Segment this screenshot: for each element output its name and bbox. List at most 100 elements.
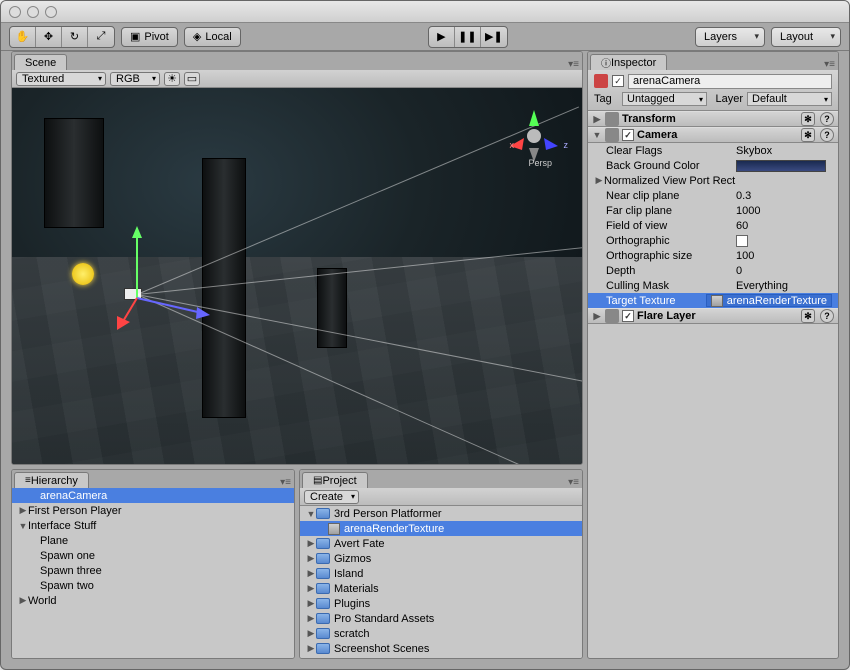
disclosure-triangle-icon[interactable]: ▶: [18, 595, 28, 606]
property-value[interactable]: Everything: [736, 280, 832, 292]
component-enabled-checkbox[interactable]: ✓: [622, 129, 634, 141]
property-label: Field of view: [606, 220, 736, 232]
property-value[interactable]: Skybox: [736, 145, 832, 157]
minimize-window-icon[interactable]: [27, 6, 39, 18]
hierarchy-item-label: Plane: [40, 535, 68, 547]
component-help-icon[interactable]: ?: [820, 112, 834, 126]
disclosure-triangle-icon[interactable]: ▶: [594, 175, 604, 186]
layers-dropdown[interactable]: Layers: [695, 27, 765, 47]
inspector-panel-menu-icon[interactable]: ▾≡: [824, 59, 835, 70]
hierarchy-item[interactable]: Plane: [12, 533, 294, 548]
color-mode-dropdown[interactable]: RGB: [110, 72, 160, 86]
layer-dropdown[interactable]: Default: [747, 92, 832, 106]
tab-scene[interactable]: Scene: [14, 54, 67, 70]
rotate-tool-button[interactable]: ↻: [62, 27, 88, 47]
hierarchy-item[interactable]: Spawn one: [12, 548, 294, 563]
project-item-label: Pro Standard Assets: [334, 613, 434, 625]
disclosure-triangle-icon[interactable]: ▶: [306, 628, 316, 639]
component-header[interactable]: ▶Transform✻?: [588, 111, 838, 127]
project-item[interactable]: ▶Island: [300, 566, 582, 581]
pause-button[interactable]: ❚❚: [455, 27, 481, 47]
disclosure-triangle-icon[interactable]: ▶: [306, 598, 316, 609]
pivot-toggle-button[interactable]: ▣ Pivot: [121, 27, 178, 47]
project-item[interactable]: ▶Screenshot Tools: [300, 656, 582, 658]
tag-label: Tag: [594, 93, 618, 105]
component-settings-gear-icon[interactable]: ✻: [801, 309, 815, 323]
scale-tool-button[interactable]: ⤢: [88, 27, 114, 47]
disclosure-triangle-icon[interactable]: ▶: [592, 114, 602, 125]
component-header[interactable]: ▼✓Camera✻?: [588, 127, 838, 143]
zoom-window-icon[interactable]: [45, 6, 57, 18]
hierarchy-item[interactable]: Spawn three: [12, 563, 294, 578]
inspector-components: ▶Transform✻?▼✓Camera✻?Clear FlagsSkyboxB…: [588, 111, 838, 658]
move-tool-button[interactable]: ✥: [36, 27, 62, 47]
project-item[interactable]: ▶Avert Fate: [300, 536, 582, 551]
component-help-icon[interactable]: ?: [820, 309, 834, 323]
disclosure-triangle-icon[interactable]: ▶: [306, 613, 316, 624]
property-label: Orthographic size: [606, 250, 736, 262]
property-value[interactable]: 60: [736, 220, 832, 232]
project-item[interactable]: ▶Screenshot Scenes: [300, 641, 582, 656]
disclosure-triangle-icon[interactable]: ▶: [306, 553, 316, 564]
tab-project[interactable]: ▤ Project: [302, 472, 368, 488]
disclosure-triangle-icon[interactable]: ▶: [592, 311, 602, 322]
project-item[interactable]: ▶Materials: [300, 581, 582, 596]
scene-fx-toggle[interactable]: ▭: [184, 72, 200, 86]
property-value[interactable]: 1000: [736, 205, 832, 217]
project-item[interactable]: ▼3rd Person Platformer: [300, 506, 582, 521]
property-value[interactable]: 100: [736, 250, 832, 262]
layout-dropdown[interactable]: Layout: [771, 27, 841, 47]
light-gizmo-icon: [72, 263, 94, 285]
disclosure-triangle-icon[interactable]: ▼: [592, 130, 602, 140]
tab-hierarchy[interactable]: ≡ Hierarchy: [14, 472, 89, 488]
component-settings-gear-icon[interactable]: ✻: [801, 112, 815, 126]
local-toggle-button[interactable]: ◈ Local: [184, 27, 241, 47]
project-panel-menu-icon[interactable]: ▾≡: [568, 477, 579, 488]
scene-viewport[interactable]: Persp x z: [12, 88, 582, 464]
disclosure-triangle-icon[interactable]: ▼: [306, 509, 316, 519]
project-create-dropdown[interactable]: Create: [304, 490, 359, 504]
hierarchy-item[interactable]: ▶World: [12, 593, 294, 608]
project-item[interactable]: arenaRenderTexture: [300, 521, 582, 536]
disclosure-triangle-icon[interactable]: ▶: [306, 568, 316, 579]
property-value[interactable]: 0.3: [736, 190, 832, 202]
disclosure-triangle-icon[interactable]: ▶: [306, 643, 316, 654]
project-item[interactable]: ▶Plugins: [300, 596, 582, 611]
disclosure-triangle-icon[interactable]: ▶: [306, 538, 316, 549]
tab-inspector[interactable]: ⓘ Inspector: [590, 54, 667, 70]
component-settings-gear-icon[interactable]: ✻: [801, 128, 815, 142]
disclosure-triangle-icon[interactable]: ▶: [18, 505, 28, 516]
tag-dropdown[interactable]: Untagged: [622, 92, 707, 106]
gameobject-name-field[interactable]: [628, 74, 832, 89]
property-value[interactable]: 0: [736, 265, 832, 277]
render-mode-dropdown[interactable]: Textured: [16, 72, 106, 86]
color-swatch[interactable]: [736, 160, 826, 172]
project-item[interactable]: ▶scratch: [300, 626, 582, 641]
gameobject-cube-icon: [594, 74, 608, 88]
scene-panel-menu-icon[interactable]: ▾≡: [568, 59, 579, 70]
hierarchy-item[interactable]: arenaCamera: [12, 488, 294, 503]
play-button[interactable]: ▶: [429, 27, 455, 47]
orientation-gizmo-icon[interactable]: [504, 106, 564, 166]
disclosure-triangle-icon[interactable]: ▼: [18, 521, 28, 531]
step-button[interactable]: ▶❚: [481, 27, 507, 47]
component-help-icon[interactable]: ?: [820, 128, 834, 142]
component-header[interactable]: ▶✓Flare Layer✻?: [588, 308, 838, 324]
gameobject-active-checkbox[interactable]: ✓: [612, 75, 624, 87]
object-reference-field[interactable]: arenaRenderTexture: [706, 294, 832, 307]
disclosure-triangle-icon[interactable]: ▶: [306, 583, 316, 594]
hierarchy-tree[interactable]: arenaCamera▶First Person Player▼Interfac…: [12, 488, 294, 658]
hierarchy-item[interactable]: ▼Interface Stuff: [12, 518, 294, 533]
hierarchy-item[interactable]: ▶First Person Player: [12, 503, 294, 518]
scene-light-toggle[interactable]: ☀: [164, 72, 180, 86]
hand-tool-button[interactable]: ✋: [10, 27, 36, 47]
hierarchy-panel-menu-icon[interactable]: ▾≡: [280, 477, 291, 488]
project-tree[interactable]: ▼3rd Person PlatformerarenaRenderTexture…: [300, 506, 582, 658]
project-item[interactable]: ▶ Pro Standard Assets: [300, 611, 582, 626]
hierarchy-item[interactable]: Spawn two: [12, 578, 294, 593]
hierarchy-item-label: Spawn one: [40, 550, 95, 562]
property-checkbox[interactable]: [736, 235, 748, 247]
close-window-icon[interactable]: [9, 6, 21, 18]
project-item[interactable]: ▶Gizmos: [300, 551, 582, 566]
component-enabled-checkbox[interactable]: ✓: [622, 310, 634, 322]
